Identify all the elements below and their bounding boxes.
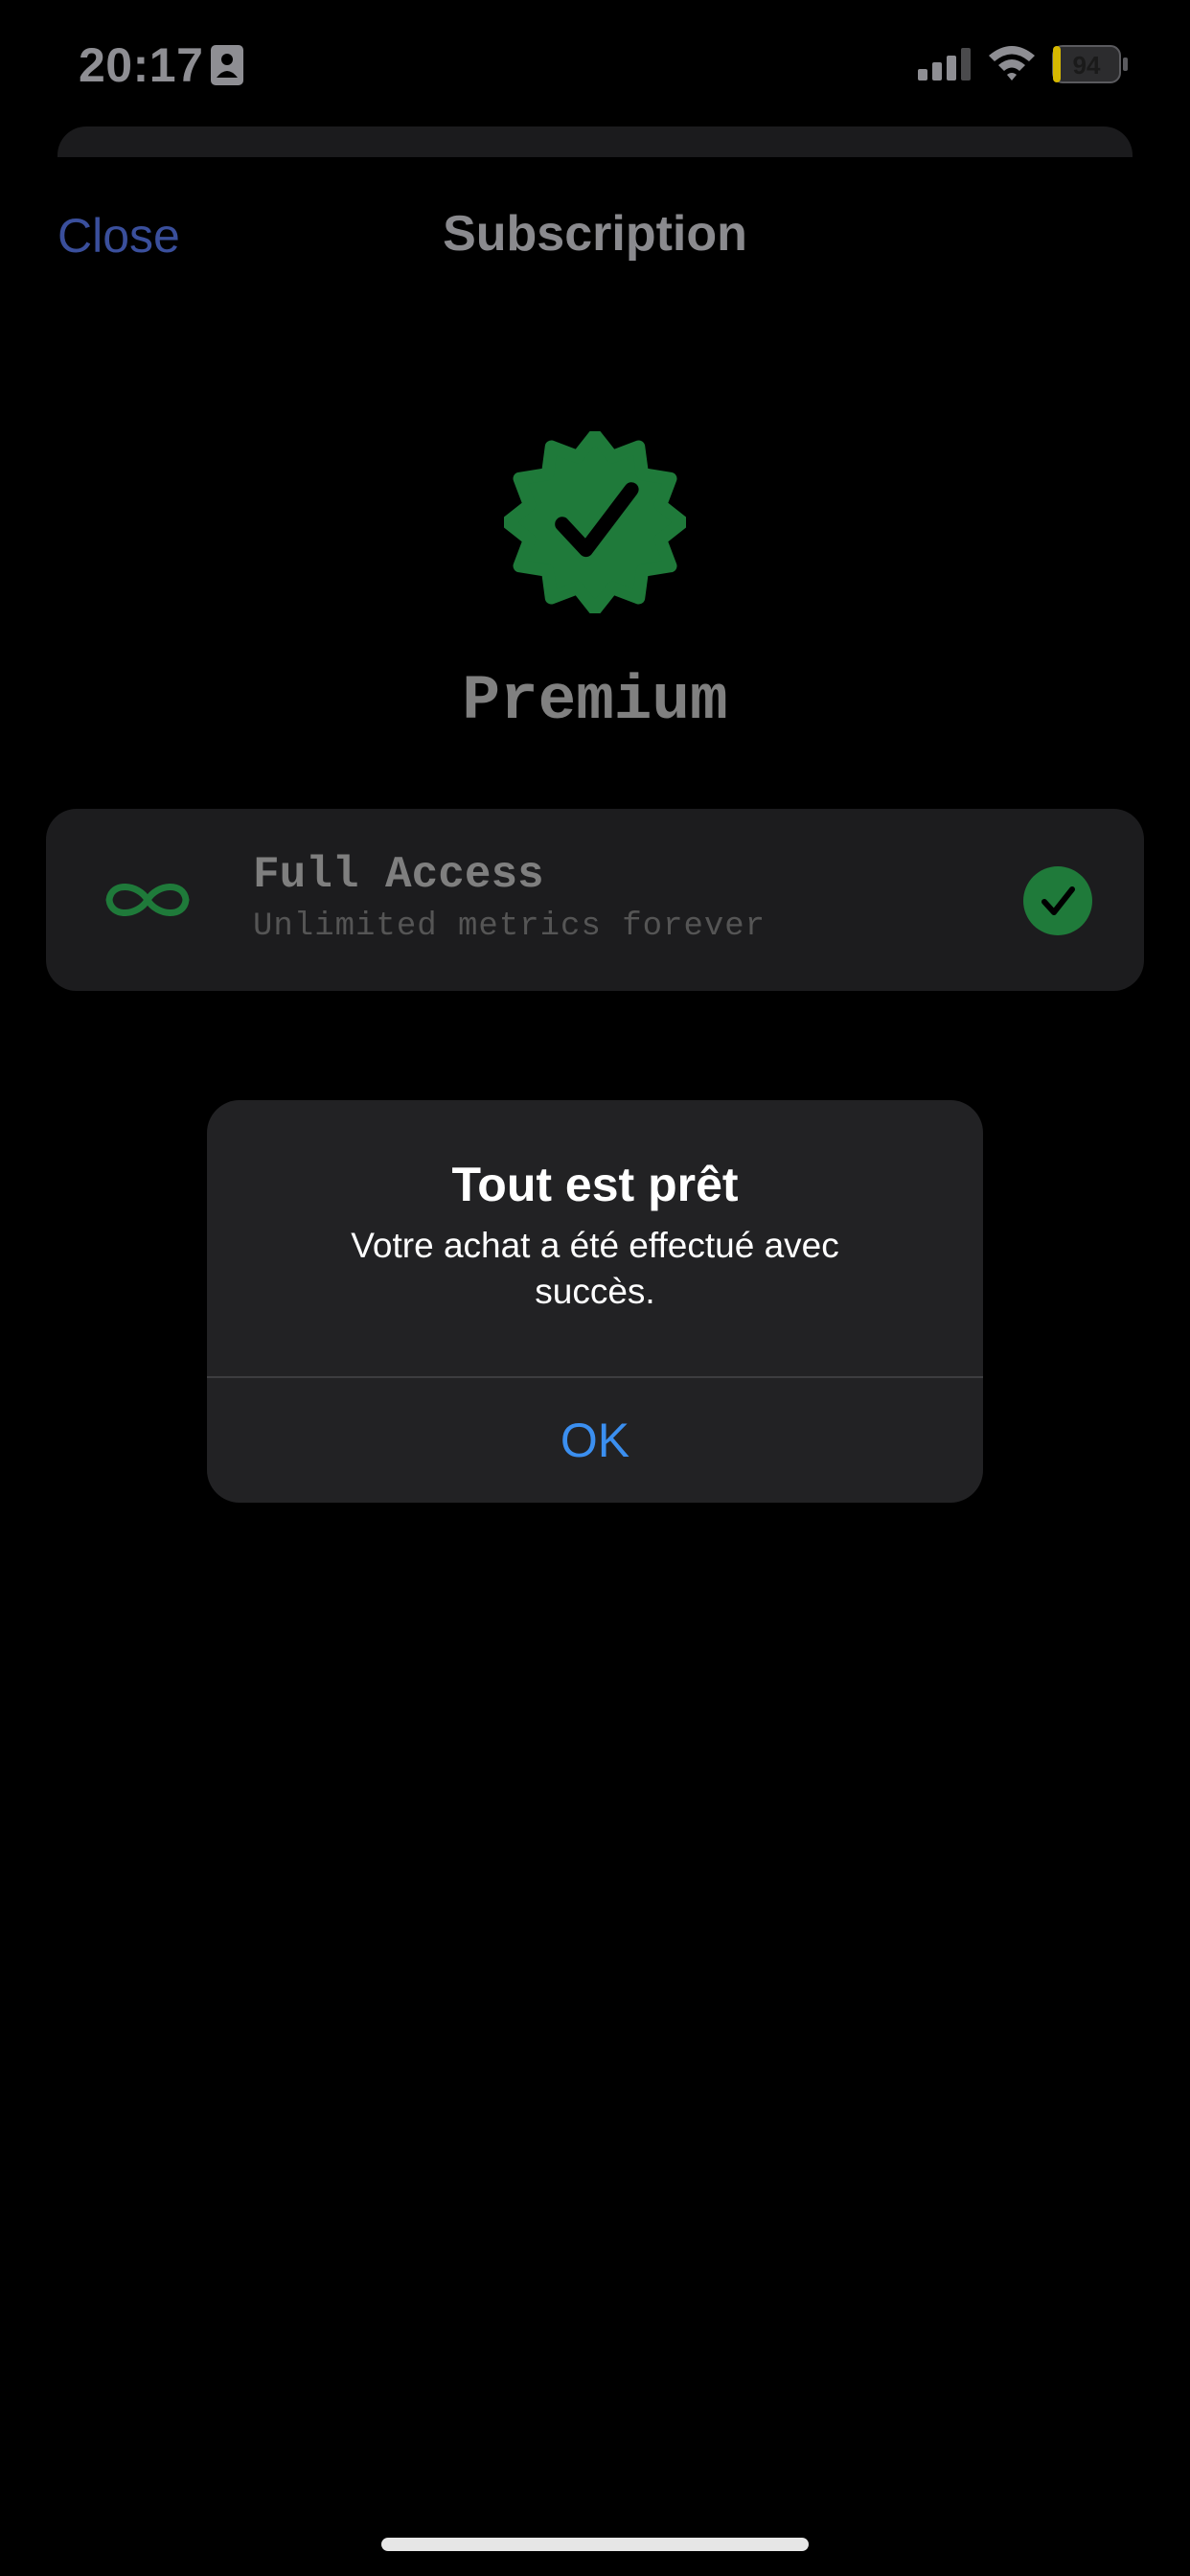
battery-level: 94	[1073, 51, 1101, 80]
battery-charging-icon: 94	[1052, 45, 1128, 83]
purchase-success-alert: Tout est prêt Votre achat a été effectué…	[207, 1100, 983, 1503]
plan-name: Full Access	[253, 850, 544, 900]
alert-ok-button[interactable]: OK	[207, 1378, 983, 1503]
battery-indicator: 94	[1052, 45, 1129, 83]
plan-card-full-access[interactable]	[46, 809, 1144, 991]
contact-card-icon	[211, 45, 243, 85]
alert-message: Votre achat a été effectué avec succès.	[351, 1226, 839, 1311]
status-time: 20:17	[79, 38, 204, 92]
home-indicator[interactable]	[381, 2538, 809, 2551]
plan-description: Unlimited metrics forever	[253, 908, 767, 945]
wifi-icon	[989, 46, 1035, 80]
cellular-signal-icon	[918, 48, 971, 80]
infinity-icon	[105, 884, 190, 916]
premium-title: Premium	[462, 665, 728, 737]
checkmark-circle-icon	[1023, 866, 1092, 935]
alert-title: Tout est prêt	[451, 1158, 739, 1211]
close-button[interactable]: Close	[57, 207, 180, 264]
verified-seal-check-icon	[504, 431, 686, 613]
background-sheet-edge	[57, 126, 1133, 157]
